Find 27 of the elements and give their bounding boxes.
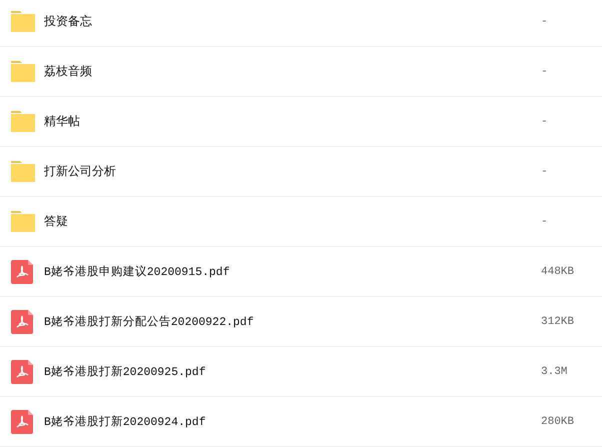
- folder-icon: [11, 211, 35, 232]
- pdf-icon: [11, 360, 33, 384]
- file-size: 448KB: [541, 266, 576, 278]
- file-size: -: [541, 116, 549, 128]
- file-name[interactable]: B姥爷港股打新分配公告20200922.pdf: [44, 314, 541, 329]
- folder-name[interactable]: 答疑: [44, 213, 541, 230]
- folder-name[interactable]: 荔枝音频: [44, 63, 541, 80]
- file-size: 280KB: [541, 416, 576, 428]
- folder-name[interactable]: 精华帖: [44, 113, 541, 130]
- file-size: 3.3M: [541, 366, 568, 378]
- folder-icon: [11, 11, 35, 32]
- file-name[interactable]: B姥爷港股打新20200924.pdf: [44, 414, 541, 429]
- file-size: -: [541, 216, 549, 228]
- file-size: -: [541, 66, 549, 78]
- file-size: -: [541, 166, 549, 178]
- file-name[interactable]: B姥爷港股打新20200925.pdf: [44, 364, 541, 379]
- file-size: 312KB: [541, 316, 576, 328]
- pdf-icon: [11, 410, 33, 434]
- file-name[interactable]: B姥爷港股申购建议20200915.pdf: [44, 264, 541, 279]
- pdf-icon: [11, 310, 33, 334]
- folder-name[interactable]: 投资备忘: [44, 13, 541, 30]
- folder-icon: [11, 111, 35, 132]
- folder-icon: [11, 161, 35, 182]
- file-size: -: [541, 16, 549, 28]
- folder-icon: [11, 61, 35, 82]
- folder-name[interactable]: 打新公司分析: [44, 163, 541, 180]
- pdf-icon: [11, 260, 33, 284]
